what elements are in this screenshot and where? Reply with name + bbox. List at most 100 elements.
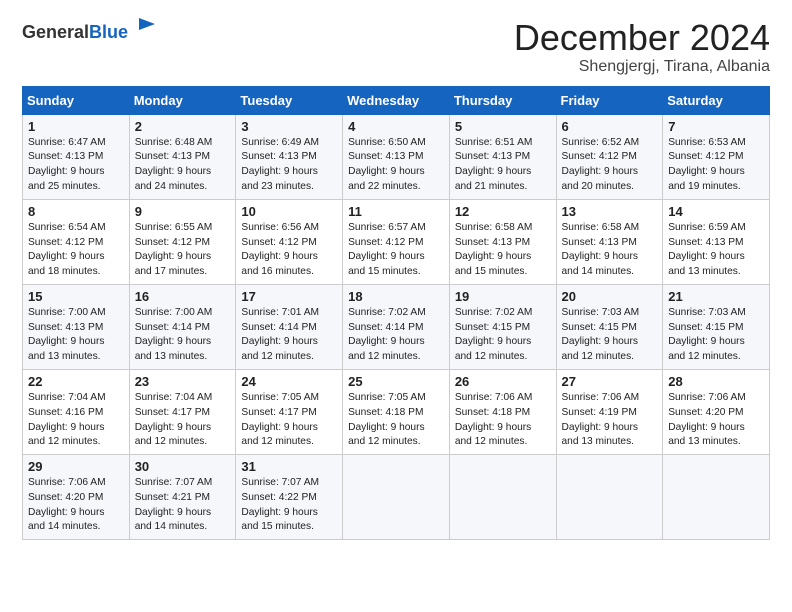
day-info: Sunrise: 6:49 AMSunset: 4:13 PMDaylight:… bbox=[241, 137, 319, 192]
day-number: 10 bbox=[241, 204, 337, 219]
calendar-cell: 6 Sunrise: 6:52 AMSunset: 4:12 PMDaylight… bbox=[556, 114, 663, 199]
calendar-cell: 26Sunrise: 7:06 AMSunset: 4:18 PMDayligh… bbox=[449, 369, 556, 454]
calendar-cell: 17Sunrise: 7:01 AMSunset: 4:14 PMDayligh… bbox=[236, 284, 343, 369]
weekday-header-row: SundayMondayTuesdayWednesdayThursdayFrid… bbox=[23, 86, 770, 114]
day-number: 30 bbox=[135, 459, 231, 474]
day-number: 12 bbox=[455, 204, 551, 219]
weekday-header-tuesday: Tuesday bbox=[236, 86, 343, 114]
day-number: 18 bbox=[348, 289, 444, 304]
calendar-cell: 21Sunrise: 7:03 AMSunset: 4:15 PMDayligh… bbox=[663, 284, 770, 369]
day-info: Sunrise: 7:01 AMSunset: 4:14 PMDaylight:… bbox=[241, 307, 319, 362]
weekday-header-sunday: Sunday bbox=[23, 86, 130, 114]
calendar-week-5: 29Sunrise: 7:06 AMSunset: 4:20 PMDayligh… bbox=[23, 455, 770, 540]
day-info: Sunrise: 6:53 AMSunset: 4:12 PMDaylight:… bbox=[668, 137, 746, 192]
calendar-week-3: 15 Sunrise: 7:00 AMSunset: 4:13 PMDayligh… bbox=[23, 284, 770, 369]
calendar-cell: 15 Sunrise: 7:00 AMSunset: 4:13 PMDayligh… bbox=[23, 284, 130, 369]
day-number: 27 bbox=[562, 374, 658, 389]
calendar-cell: 24 Sunrise: 7:05 AMSunset: 4:17 PMDayligh… bbox=[236, 369, 343, 454]
day-number: 6 bbox=[562, 119, 658, 134]
day-number: 13 bbox=[562, 204, 658, 219]
calendar-cell: 8 Sunrise: 6:54 AMSunset: 4:12 PMDaylight… bbox=[23, 199, 130, 284]
weekday-header-wednesday: Wednesday bbox=[343, 86, 450, 114]
day-info: Sunrise: 6:57 AMSunset: 4:12 PMDaylight:… bbox=[348, 222, 426, 277]
day-number: 23 bbox=[135, 374, 231, 389]
day-info: Sunrise: 6:56 AMSunset: 4:12 PMDaylight:… bbox=[241, 222, 319, 277]
day-number: 3 bbox=[241, 119, 337, 134]
day-number: 9 bbox=[135, 204, 231, 219]
weekday-header-thursday: Thursday bbox=[449, 86, 556, 114]
day-info: Sunrise: 7:05 AMSunset: 4:17 PMDaylight:… bbox=[241, 392, 319, 447]
day-number: 20 bbox=[562, 289, 658, 304]
day-info: Sunrise: 7:02 AMSunset: 4:15 PMDaylight:… bbox=[455, 307, 533, 362]
day-info: Sunrise: 6:50 AMSunset: 4:13 PMDaylight:… bbox=[348, 137, 426, 192]
calendar-cell bbox=[343, 455, 450, 540]
calendar-cell: 5 Sunrise: 6:51 AMSunset: 4:13 PMDaylight… bbox=[449, 114, 556, 199]
day-number: 21 bbox=[668, 289, 764, 304]
calendar-cell: 16Sunrise: 7:00 AMSunset: 4:14 PMDayligh… bbox=[129, 284, 236, 369]
calendar-cell: 28 Sunrise: 7:06 AMSunset: 4:20 PMDayligh… bbox=[663, 369, 770, 454]
calendar-cell: 29Sunrise: 7:06 AMSunset: 4:20 PMDayligh… bbox=[23, 455, 130, 540]
day-number: 8 bbox=[28, 204, 124, 219]
title-block: December 2024 Shengjergj, Tirana, Albani… bbox=[514, 18, 770, 76]
day-number: 14 bbox=[668, 204, 764, 219]
day-number: 1 bbox=[28, 119, 124, 134]
calendar-cell: 30 Sunrise: 7:07 AMSunset: 4:21 PMDayligh… bbox=[129, 455, 236, 540]
month-title: December 2024 bbox=[514, 18, 770, 58]
day-number: 2 bbox=[135, 119, 231, 134]
weekday-header-monday: Monday bbox=[129, 86, 236, 114]
day-number: 29 bbox=[28, 459, 124, 474]
day-info: Sunrise: 6:48 AMSunset: 4:13 PMDaylight:… bbox=[135, 137, 213, 192]
page: GeneralBlue December 2024 Shengjergj, Ti… bbox=[0, 0, 792, 612]
calendar-cell: 12Sunrise: 6:58 AMSunset: 4:13 PMDayligh… bbox=[449, 199, 556, 284]
day-number: 31 bbox=[241, 459, 337, 474]
logo-flag-icon bbox=[135, 16, 157, 38]
day-info: Sunrise: 7:04 AMSunset: 4:16 PMDaylight:… bbox=[28, 392, 106, 447]
calendar-cell: 18 Sunrise: 7:02 AMSunset: 4:14 PMDayligh… bbox=[343, 284, 450, 369]
calendar-cell: 19 Sunrise: 7:02 AMSunset: 4:15 PMDayligh… bbox=[449, 284, 556, 369]
day-info: Sunrise: 7:06 AMSunset: 4:19 PMDaylight:… bbox=[562, 392, 640, 447]
day-info: Sunrise: 6:51 AMSunset: 4:13 PMDaylight:… bbox=[455, 137, 533, 192]
logo-general-text: General bbox=[22, 22, 89, 42]
day-info: Sunrise: 7:00 AMSunset: 4:14 PMDaylight:… bbox=[135, 307, 213, 362]
day-info: Sunrise: 6:54 AMSunset: 4:12 PMDaylight:… bbox=[28, 222, 106, 277]
day-info: Sunrise: 6:47 AMSunset: 4:13 PMDaylight:… bbox=[28, 137, 106, 192]
day-info: Sunrise: 7:05 AMSunset: 4:18 PMDaylight:… bbox=[348, 392, 426, 447]
weekday-header-friday: Friday bbox=[556, 86, 663, 114]
day-number: 7 bbox=[668, 119, 764, 134]
day-info: Sunrise: 6:52 AMSunset: 4:12 PMDaylight:… bbox=[562, 137, 640, 192]
calendar-cell: 20Sunrise: 7:03 AMSunset: 4:15 PMDayligh… bbox=[556, 284, 663, 369]
day-number: 19 bbox=[455, 289, 551, 304]
day-info: Sunrise: 7:07 AMSunset: 4:21 PMDaylight:… bbox=[135, 477, 213, 532]
calendar-week-4: 22 Sunrise: 7:04 AMSunset: 4:16 PMDayligh… bbox=[23, 369, 770, 454]
logo-blue-text: Blue bbox=[89, 22, 128, 42]
calendar-cell: 27 Sunrise: 7:06 AMSunset: 4:19 PMDayligh… bbox=[556, 369, 663, 454]
calendar-cell: 23Sunrise: 7:04 AMSunset: 4:17 PMDayligh… bbox=[129, 369, 236, 454]
day-info: Sunrise: 7:00 AMSunset: 4:13 PMDaylight:… bbox=[28, 307, 106, 362]
day-number: 28 bbox=[668, 374, 764, 389]
day-info: Sunrise: 7:07 AMSunset: 4:22 PMDaylight:… bbox=[241, 477, 319, 532]
calendar-cell: 13Sunrise: 6:58 AMSunset: 4:13 PMDayligh… bbox=[556, 199, 663, 284]
location: Shengjergj, Tirana, Albania bbox=[514, 58, 770, 76]
day-number: 5 bbox=[455, 119, 551, 134]
calendar-cell: 25 Sunrise: 7:05 AMSunset: 4:18 PMDayligh… bbox=[343, 369, 450, 454]
calendar-table: SundayMondayTuesdayWednesdayThursdayFrid… bbox=[22, 86, 770, 541]
calendar-cell: 4Sunrise: 6:50 AMSunset: 4:13 PMDaylight… bbox=[343, 114, 450, 199]
calendar-cell bbox=[663, 455, 770, 540]
calendar-cell: 31 Sunrise: 7:07 AMSunset: 4:22 PMDayligh… bbox=[236, 455, 343, 540]
calendar-cell: 10 Sunrise: 6:56 AMSunset: 4:12 PMDayligh… bbox=[236, 199, 343, 284]
day-info: Sunrise: 7:06 AMSunset: 4:20 PMDaylight:… bbox=[668, 392, 746, 447]
calendar-cell bbox=[556, 455, 663, 540]
day-info: Sunrise: 6:55 AMSunset: 4:12 PMDaylight:… bbox=[135, 222, 213, 277]
calendar-week-1: 1 Sunrise: 6:47 AMSunset: 4:13 PMDaylight… bbox=[23, 114, 770, 199]
day-info: Sunrise: 7:06 AMSunset: 4:18 PMDaylight:… bbox=[455, 392, 533, 447]
calendar-cell: 1 Sunrise: 6:47 AMSunset: 4:13 PMDaylight… bbox=[23, 114, 130, 199]
day-number: 25 bbox=[348, 374, 444, 389]
day-number: 11 bbox=[348, 204, 444, 219]
day-number: 24 bbox=[241, 374, 337, 389]
calendar-week-2: 8 Sunrise: 6:54 AMSunset: 4:12 PMDaylight… bbox=[23, 199, 770, 284]
day-info: Sunrise: 7:02 AMSunset: 4:14 PMDaylight:… bbox=[348, 307, 426, 362]
calendar-cell: 11 Sunrise: 6:57 AMSunset: 4:12 PMDayligh… bbox=[343, 199, 450, 284]
day-number: 22 bbox=[28, 374, 124, 389]
day-number: 15 bbox=[28, 289, 124, 304]
calendar-cell: 14Sunrise: 6:59 AMSunset: 4:13 PMDayligh… bbox=[663, 199, 770, 284]
